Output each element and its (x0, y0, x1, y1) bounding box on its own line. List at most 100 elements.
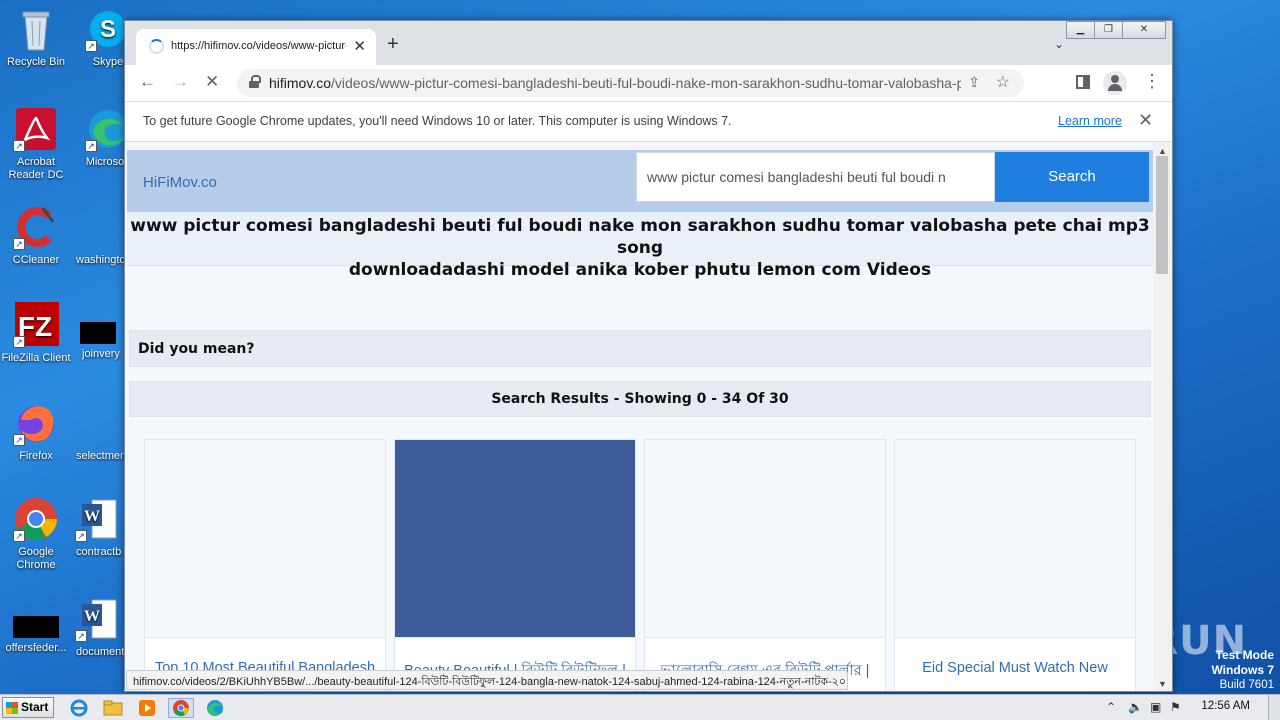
window-controls: ▁ ❐ ✕ (1066, 21, 1166, 39)
chrome-taskbar-icon[interactable] (168, 698, 194, 718)
close-window-button[interactable]: ✕ (1122, 21, 1166, 39)
desktop-icon-label: Google Chrome (16, 546, 56, 571)
search-input[interactable]: www pictur comesi bangladeshi beuti ful … (636, 152, 995, 202)
menu-kebab-icon[interactable]: ⋮ (1143, 71, 1161, 92)
video-thumbnail[interactable] (895, 440, 1135, 638)
start-button[interactable]: Start (2, 697, 54, 718)
volume-icon[interactable]: 🔈 (1128, 700, 1143, 714)
bookmark-star-icon[interactable]: ☆ (996, 72, 1010, 92)
action-center-flag-icon[interactable]: ⚑ (1170, 700, 1181, 714)
network-icon[interactable]: ▣ (1150, 700, 1161, 714)
url-path: /videos/www-pictur-comesi-bangladeshi-be… (330, 75, 961, 91)
desktop-icon-firefox[interactable]: ↗ Firefox (0, 400, 74, 463)
desktop-icon-label: FileZilla Client (1, 352, 71, 364)
site-logo[interactable]: HiFiMov.co (143, 174, 217, 191)
video-card[interactable]: Eid Special Must Watch New (894, 439, 1136, 691)
taskbar: Start ⌃ 🔈 ▣ ⚑ 12:56 AM (0, 694, 1280, 720)
internet-explorer-icon[interactable] (68, 698, 90, 718)
svg-text:W: W (84, 508, 100, 525)
desktop-icon-label: Firefox (19, 450, 53, 462)
infobar-message: To get future Google Chrome updates, you… (143, 114, 732, 128)
desktop-icon-washingto[interactable]: washingto (72, 204, 124, 267)
video-thumbnail[interactable] (395, 440, 635, 638)
learn-more-link[interactable]: Learn more (1058, 114, 1122, 128)
media-player-icon[interactable] (136, 698, 158, 718)
update-infobar: To get future Google Chrome updates, you… (125, 101, 1172, 142)
side-panel-icon[interactable] (1076, 75, 1090, 89)
shortcut-arrow-icon: ↗ (75, 630, 87, 642)
build-number-line: Build 7601 (1219, 679, 1274, 691)
browser-toolbar: ← → ✕ hifimov.co/videos/www-pictur-comes… (125, 65, 1172, 101)
vertical-scrollbar[interactable]: ▲ ▼ (1153, 142, 1172, 691)
tray-expand-icon[interactable]: ⌃ (1106, 700, 1116, 714)
address-bar[interactable]: hifimov.co/videos/www-pictur-comesi-bang… (237, 69, 1024, 97)
acrobat-reader-icon: ↗ (13, 106, 59, 152)
desktop-icon-label: Recycle Bin (6, 56, 66, 68)
forward-arrow-icon[interactable]: → (172, 72, 189, 92)
desktop-icon-joinvery[interactable]: joinvery (72, 302, 124, 361)
windows-version-line: Windows 7 (1211, 663, 1274, 677)
blank-file-icon (13, 616, 59, 638)
lock-icon[interactable] (249, 75, 261, 88)
browser-tab[interactable]: https://hifimov.co/videos/www-pictur-com… (136, 29, 376, 65)
status-url-bubble: hifimov.co/videos/2/BKiUhhYB5Bw/.../beau… (126, 670, 848, 690)
url-text[interactable]: hifimov.co/videos/www-pictur-comesi-bang… (269, 75, 961, 91)
desktop-icon-google-chrome[interactable]: ↗ Google Chrome (0, 496, 74, 572)
shortcut-arrow-icon: ↗ (85, 40, 97, 52)
video-thumbnail[interactable] (645, 440, 885, 638)
desktop-icon-contractb[interactable]: W ↗ contractb (72, 496, 124, 559)
minimize-button[interactable]: ▁ (1066, 21, 1095, 39)
test-mode-line: Test Mode (1215, 648, 1274, 662)
video-card[interactable]: Beauty Beautiful | বিউটি বিউটিফুল | (394, 439, 636, 691)
test-mode-label: Test Mode Windows 7 Build 7601 (1211, 648, 1274, 692)
infobar-close-icon[interactable]: ✕ (1138, 110, 1153, 131)
shortcut-arrow-icon: ↗ (13, 530, 25, 542)
desktop-icon-acrobat[interactable]: ↗ Acrobat Reader DC (0, 106, 74, 182)
stop-loading-icon[interactable]: ✕ (205, 72, 219, 92)
tab-close-icon[interactable]: ✕ (353, 37, 366, 55)
chrome-window: https://hifimov.co/videos/www-pictur-com… (124, 20, 1173, 692)
show-desktop-button[interactable] (1268, 695, 1280, 720)
site-header: HiFiMov.co www pictur comesi bangladeshi… (127, 150, 1153, 212)
video-card[interactable]: ভালোবাসি বেগম এর বিউটি পার্লার | (644, 439, 886, 691)
desktop-icon-label: contractb (76, 546, 122, 558)
desktop-icon-document[interactable]: W ↗ document (72, 596, 124, 659)
svg-text:S: S (100, 16, 116, 43)
did-you-mean-heading: Did you mean? (129, 330, 1151, 367)
desktop-icon-offersfeder[interactable]: offersfeder... (0, 596, 74, 655)
scrollbar-thumb[interactable] (1156, 156, 1168, 274)
scroll-up-arrow-icon[interactable]: ▲ (1158, 146, 1167, 156)
profile-avatar-icon[interactable] (1103, 71, 1127, 95)
page-title-line: downloadadashi model anika kober phutu l… (348, 260, 932, 280)
restore-button[interactable]: ❐ (1094, 21, 1123, 39)
desktop-icon-label: offersfeder... (5, 642, 67, 654)
url-host: hifimov.co (269, 75, 331, 91)
scroll-down-arrow-icon[interactable]: ▼ (1158, 679, 1167, 689)
video-card[interactable]: Top 10 Most Beautiful Bangladesh (144, 439, 386, 691)
share-icon[interactable]: ⇪ (968, 74, 980, 91)
shortcut-arrow-icon: ↗ (13, 238, 25, 250)
page-viewport: HiFiMov.co www pictur comesi bangladeshi… (125, 142, 1172, 691)
filezilla-icon: FZ ↗ (13, 302, 59, 348)
chrome-icon: ↗ (13, 496, 59, 542)
desktop-icon-label: joinvery (82, 348, 120, 360)
desktop-icon-recycle-bin[interactable]: Recycle Bin (0, 6, 74, 69)
search-button[interactable]: Search (995, 152, 1149, 202)
back-arrow-icon[interactable]: ← (139, 72, 156, 92)
shortcut-arrow-icon: ↗ (85, 140, 97, 152)
video-title[interactable]: Eid Special Must Watch New (895, 660, 1135, 676)
tab-strip: https://hifimov.co/videos/www-pictur-com… (125, 21, 1172, 65)
ccleaner-icon: ↗ (13, 204, 59, 250)
page-title-line: www pictur comesi bangladeshi beuti ful … (130, 216, 1150, 258)
tab-search-chevron-icon[interactable]: ⌄ (1054, 37, 1064, 51)
blank-file-icon (80, 322, 116, 344)
taskbar-clock[interactable]: 12:56 AM (1201, 700, 1250, 712)
new-tab-button[interactable]: + (387, 33, 399, 56)
desktop-icon-filezilla[interactable]: FZ ↗ FileZilla Client (0, 302, 74, 365)
file-explorer-icon[interactable] (102, 698, 124, 718)
desktop-icon-selectmen[interactable]: selectmen (72, 400, 124, 463)
desktop-icon-ccleaner[interactable]: ↗ CCleaner (0, 204, 74, 267)
video-thumbnail[interactable] (145, 440, 385, 638)
desktop-icon-label: document (76, 646, 124, 658)
edge-taskbar-icon[interactable] (204, 698, 226, 718)
